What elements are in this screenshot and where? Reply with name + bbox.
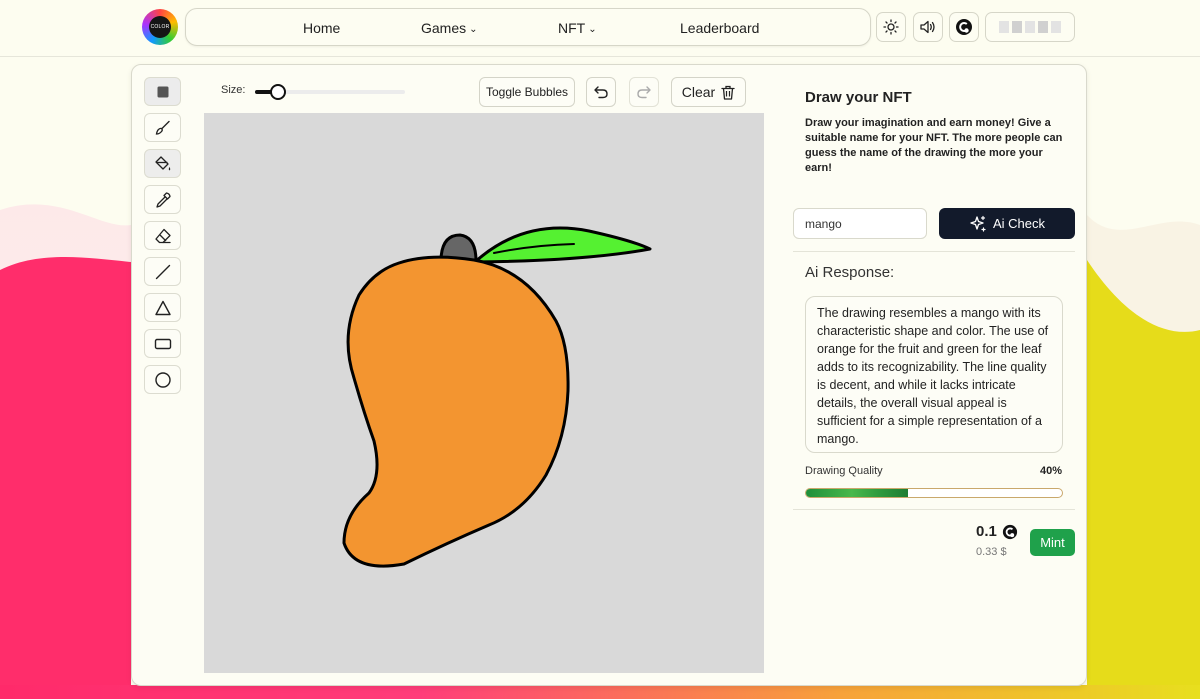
toggle-bubbles-label: Toggle Bubbles: [485, 85, 569, 99]
clear-label: Clear: [681, 84, 716, 100]
size-slider[interactable]: [255, 84, 405, 100]
clear-button[interactable]: Clear: [671, 77, 746, 107]
panel-title: Draw your NFT: [805, 89, 912, 106]
drawing-card: Size: Toggle Bubbles Clear Draw your NFT…: [131, 64, 1087, 686]
sound-toggle-button[interactable]: [913, 12, 943, 42]
nav-item-nft[interactable]: NFT ⌄: [558, 9, 597, 47]
sun-icon: [883, 19, 899, 35]
toggle-bubbles-button[interactable]: Toggle Bubbles: [479, 77, 575, 107]
fill-bucket-icon: [154, 155, 170, 170]
drawing-quality-percent: 40%: [1040, 465, 1063, 477]
tool-eraser[interactable]: [144, 221, 181, 250]
undo-icon: [594, 86, 608, 99]
tool-circle[interactable]: [144, 365, 181, 394]
triangle-icon: [154, 300, 171, 315]
redo-icon: [637, 86, 651, 99]
tool-line[interactable]: [144, 257, 181, 286]
trash-icon: [721, 85, 735, 100]
tool-brush[interactable]: [144, 113, 181, 142]
circle-icon: [154, 371, 171, 388]
square-icon: [157, 86, 168, 97]
nav-item-label: Leaderboard: [680, 20, 760, 36]
chevron-down-icon: ⌄: [588, 24, 597, 35]
mint-price-usd: 0.33 $: [976, 546, 1007, 558]
tool-rectangle[interactable]: [144, 329, 181, 358]
ai-check-label: Ai Check: [992, 216, 1046, 231]
tool-fill[interactable]: [144, 149, 181, 178]
nav-menu: Home Games ⌄ NFT ⌄ Leaderboard: [185, 8, 871, 46]
mango-fruit: [342, 255, 570, 568]
mint-label: Mint: [1040, 535, 1065, 550]
tool-palette: [144, 77, 182, 401]
logo[interactable]: COLOR: [142, 9, 178, 45]
nav-item-label: Games: [421, 20, 467, 36]
nav-item-leaderboard[interactable]: Leaderboard: [680, 9, 759, 47]
tool-select[interactable]: [144, 77, 181, 106]
tool-triangle[interactable]: [144, 293, 181, 322]
avatar: [999, 21, 1009, 33]
size-slider-thumb[interactable]: [269, 84, 286, 100]
volume-icon: [920, 20, 935, 34]
chevron-down-icon: ⌄: [469, 24, 478, 35]
rectangle-icon: [154, 338, 171, 349]
drawing-quality-label: Drawing Quality: [805, 465, 883, 477]
brush-icon: [155, 120, 170, 135]
drawing-canvas[interactable]: [204, 113, 764, 673]
logo-text: COLOR: [149, 16, 171, 38]
line-icon: [155, 264, 170, 279]
sparkles-icon: [970, 215, 986, 232]
mint-price: 0.1: [976, 523, 997, 540]
ai-check-button[interactable]: Ai Check: [939, 208, 1075, 239]
mint-button[interactable]: Mint: [1030, 529, 1075, 556]
mango-drawing: [342, 226, 652, 568]
redo-button[interactable]: [629, 77, 659, 107]
eyedropper-icon: [155, 191, 171, 208]
nav-item-label: Home: [303, 20, 341, 36]
panel-description: Draw your imagination and earn money! Gi…: [805, 117, 1063, 174]
drawing-quality-bar: [805, 488, 1063, 498]
undo-button[interactable]: [586, 77, 616, 107]
user-profile-button[interactable]: [985, 12, 1075, 42]
tool-eyedropper[interactable]: [144, 185, 181, 214]
drawing-quality-fill: [806, 489, 909, 497]
section-divider: [793, 251, 1075, 252]
coin-icon: [956, 19, 972, 35]
size-label: Size:: [221, 84, 246, 96]
nft-name-input[interactable]: [793, 208, 927, 239]
header-divider: [0, 56, 1200, 57]
ai-response-label: Ai Response:: [805, 264, 895, 281]
wallet-button[interactable]: [949, 12, 979, 42]
theme-toggle-button[interactable]: [876, 12, 906, 42]
ai-response-text: The drawing resembles a mango with its c…: [805, 296, 1063, 453]
coin-icon: [1002, 524, 1018, 540]
top-navigation: COLOR Home Games ⌄ NFT ⌄ Leaderboard: [0, 0, 1200, 56]
section-divider: [793, 509, 1075, 510]
nav-item-label: NFT: [558, 20, 586, 36]
nav-item-games[interactable]: Games ⌄: [421, 9, 478, 47]
eraser-icon: [154, 228, 171, 243]
nav-item-home[interactable]: Home: [303, 9, 340, 47]
